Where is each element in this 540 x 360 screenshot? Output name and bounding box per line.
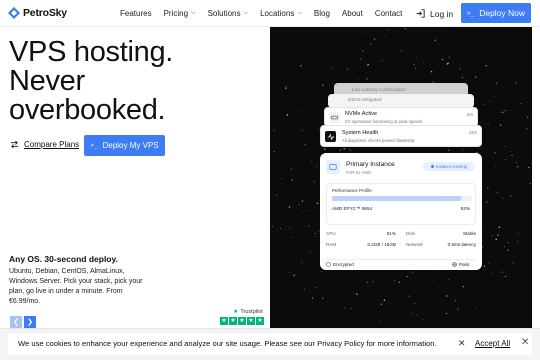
nav-item-locations[interactable]: Locations ⌵ — [260, 9, 302, 18]
nav-label: Blog — [313, 9, 330, 18]
hero-visual-panel: Low Latency Confirmation DDoS Mitigated … — [270, 27, 532, 328]
login-link[interactable]: Log in — [415, 8, 453, 19]
nav-label: Features — [120, 9, 152, 18]
activity-icon — [325, 131, 336, 142]
instance-title: Primary Instance — [346, 161, 395, 168]
nav-label: Pricing — [163, 9, 189, 18]
notification-title: NVMe Active — [345, 111, 378, 117]
cookie-banner: We use cookies to enhance your experienc… — [0, 328, 540, 360]
instance-card[interactable]: Primary Instance PAR-01-AMD Instance run… — [320, 153, 482, 270]
status-dot-icon — [431, 165, 435, 168]
nav-label: About — [341, 9, 363, 18]
nav-item-features[interactable]: Features — [120, 9, 152, 18]
notification-card: DDoS Mitigated — [328, 94, 474, 108]
status-badge: Instance running — [423, 162, 475, 171]
brand-logo[interactable]: PetroSky — [8, 7, 67, 19]
compare-plans-link[interactable]: Compare Plans — [10, 140, 79, 149]
stat-value: 91% — [386, 231, 396, 236]
star-icon: ★ — [220, 317, 228, 325]
login-label: Log in — [430, 8, 454, 19]
shield-icon — [326, 262, 331, 267]
nav-item-contact[interactable]: Contact — [375, 9, 403, 18]
instance-id: PAR-01-AMD — [346, 170, 372, 175]
main-nav: Features Pricing ⌵ Solutions ⌵ Locations ⌵ … — [120, 9, 414, 18]
compare-arrows-icon — [10, 140, 19, 149]
stat-label: RAM — [326, 242, 337, 247]
server-icon — [326, 160, 340, 174]
hero-title-line: overbooked. — [9, 94, 166, 126]
star-icon: ★ — [229, 317, 237, 325]
petrosky-logo-icon — [8, 7, 20, 19]
notification-time: 5m — [467, 112, 473, 117]
encrypted-indicator: Encrypted — [326, 262, 354, 267]
trustpilot-label: Trustpilot — [240, 308, 263, 315]
star-icon: ★ — [247, 317, 255, 325]
stat-label: Disk — [406, 231, 415, 236]
os-description: Ubuntu, Debian, CentOS, AlmaLinux, Windo… — [9, 268, 143, 305]
hero-title-line: Never — [9, 65, 85, 97]
deploy-my-vps-label: Deploy My VPS — [102, 141, 159, 150]
brand-name: PetroSky — [23, 7, 67, 19]
stat-label: Network — [406, 242, 423, 247]
notification-title: System Health — [342, 130, 379, 136]
performance-bar-fill — [332, 196, 461, 201]
site-header: PetroSky Features Pricing ⌵ Solutions ⌵ Lo… — [0, 0, 540, 27]
performance-bar — [332, 196, 472, 201]
chevron-down-icon: ⌵ — [243, 10, 249, 16]
notification-card-nvme: NVMe Active I/O operations functioning a… — [324, 107, 478, 127]
terminal-icon: >_ — [90, 142, 98, 149]
nav-item-solutions[interactable]: Solutions ⌵ — [208, 9, 248, 18]
nav-item-pricing[interactable]: Pricing ⌵ — [164, 9, 196, 18]
carousel-next-button[interactable]: ❯ — [24, 316, 36, 328]
nav-label: Locations — [260, 9, 295, 18]
carousel-prev-button[interactable]: ❮ — [10, 316, 22, 328]
nav-label: Solutions — [207, 9, 241, 18]
cookie-banner-body: We use cookies to enhance your experienc… — [8, 333, 532, 355]
location-indicator: Paris — [452, 262, 469, 267]
chevron-down-icon: ⌵ — [297, 10, 302, 16]
stat-value: Stable — [462, 231, 476, 236]
stat-value: 0.5ms latency — [447, 242, 476, 247]
login-icon — [416, 9, 425, 18]
hero-title-line: VPS hosting. — [9, 36, 174, 68]
star-icon: ★ — [233, 309, 239, 315]
notification-card-health: System Health All diagnostic checks pass… — [320, 125, 482, 147]
compare-plans-label: Compare Plans — [24, 140, 80, 149]
star-icon: ★ — [256, 317, 264, 325]
nav-item-blog[interactable]: Blog — [314, 9, 330, 18]
notification-subtitle: I/O operations functioning at peak speed… — [345, 119, 423, 124]
performance-profile-label: Performance Profile — [332, 188, 372, 193]
globe-icon — [452, 262, 457, 267]
stat-label: CPU — [326, 231, 336, 236]
os-heading: Any OS. 30-second deploy. — [9, 254, 118, 264]
notification-title: DDoS Mitigated — [348, 98, 382, 103]
cpu-model: AMD EPYC™ 9654 — [332, 206, 373, 211]
nav-label: Contact — [374, 9, 403, 18]
deploy-now-button[interactable]: >_ Deploy Now — [461, 3, 531, 23]
status-badge-label: Instance running — [436, 164, 467, 169]
location-label: Paris — [459, 262, 470, 267]
notification-title: Low Latency Confirmation — [352, 87, 406, 92]
notification-subtitle: All diagnostic checks passed flawlessly — [342, 138, 415, 143]
chevron-down-icon: ⌵ — [191, 10, 196, 16]
nav-item-about[interactable]: About — [342, 9, 363, 18]
cpu-score: 92% — [460, 206, 470, 211]
trustpilot-stars: ★ ★ ★ ★ ★ — [220, 317, 264, 325]
encrypted-label: Encrypted — [333, 262, 354, 267]
cookie-text: We use cookies to enhance your experienc… — [18, 339, 437, 348]
deploy-my-vps-button[interactable]: >_ Deploy My VPS — [84, 135, 165, 156]
star-icon: ★ — [238, 317, 246, 325]
close-banner-icon[interactable]: ✕ — [521, 337, 529, 348]
decline-close-icon[interactable]: ✕ — [458, 338, 466, 349]
terminal-icon: >_ — [466, 9, 475, 17]
trustpilot-name: ★ Trustpilot — [233, 308, 263, 316]
drive-icon — [329, 112, 340, 123]
performance-profile: Performance Profile AMD EPYC™ 9654 92% — [326, 183, 476, 225]
accept-all-button[interactable]: Accept All — [475, 339, 510, 348]
stat-value: 6.2GB / 16GB — [367, 242, 396, 247]
notification-time: 12m — [468, 130, 477, 135]
hero-title: VPS hosting. Never overbooked. — [9, 38, 259, 125]
deploy-now-label: Deploy Now — [479, 8, 526, 18]
divider — [326, 259, 476, 260]
